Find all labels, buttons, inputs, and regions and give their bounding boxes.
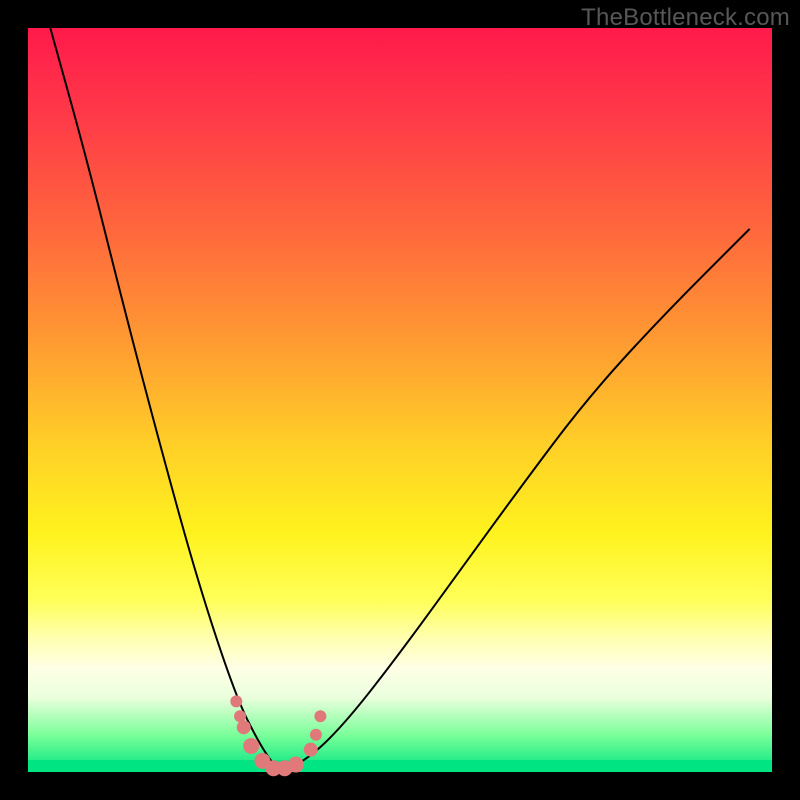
plot-area <box>28 28 772 772</box>
curve-left <box>50 28 281 772</box>
data-marker <box>288 757 304 773</box>
right-curve-path <box>281 229 750 772</box>
data-marker <box>310 729 322 741</box>
data-marker <box>243 738 259 754</box>
curves-svg <box>28 28 772 772</box>
chart-stage: TheBottleneck.com <box>0 0 800 800</box>
markers-group <box>230 695 326 776</box>
curve-right <box>281 229 750 772</box>
data-marker <box>237 720 251 734</box>
left-curve-path <box>50 28 281 772</box>
data-marker <box>314 710 326 722</box>
data-marker <box>304 743 318 757</box>
data-marker <box>230 695 242 707</box>
watermark-text: TheBottleneck.com <box>581 4 790 32</box>
